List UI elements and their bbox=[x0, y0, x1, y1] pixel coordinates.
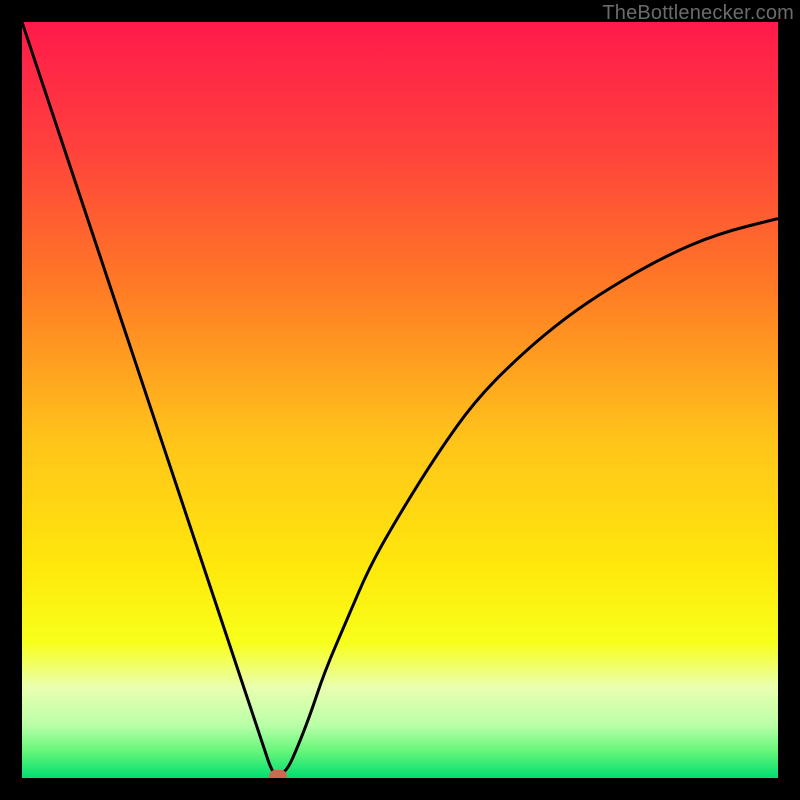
chart-frame: TheBottlenecker.com bbox=[0, 0, 800, 800]
plot-area bbox=[22, 22, 778, 778]
optimum-marker bbox=[269, 770, 287, 778]
bottleneck-curve bbox=[22, 22, 778, 775]
watermark-text: TheBottlenecker.com bbox=[602, 2, 794, 25]
curve-layer bbox=[22, 22, 778, 778]
